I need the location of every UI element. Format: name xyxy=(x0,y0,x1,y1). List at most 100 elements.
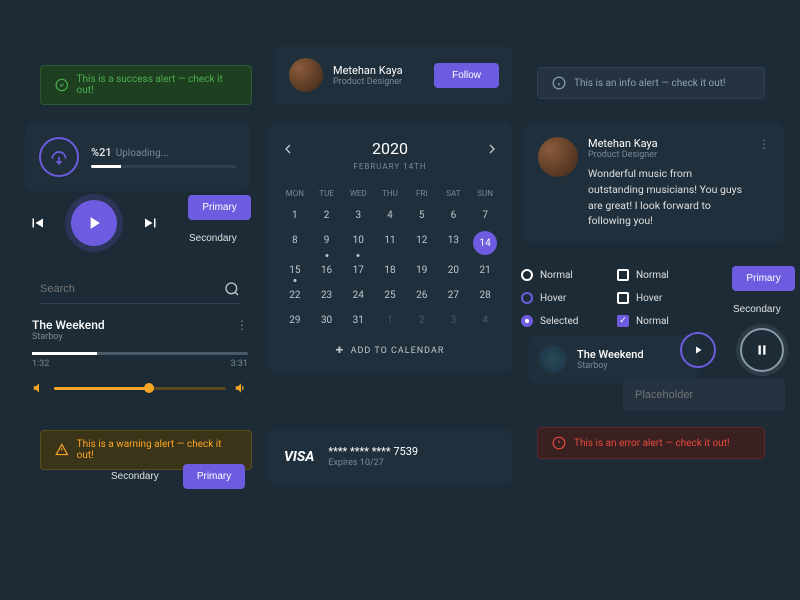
placeholder-input[interactable] xyxy=(623,379,785,411)
now-playing-card: The Weekend Starboy ⋮ 1:32 3:31 xyxy=(32,318,248,395)
calendar-day[interactable]: 5 xyxy=(407,204,437,227)
calendar-day[interactable]: 6 xyxy=(439,204,469,227)
more-icon[interactable]: ⋮ xyxy=(758,137,770,151)
skip-forward-button[interactable] xyxy=(139,211,163,235)
calendar-day[interactable]: 8 xyxy=(280,229,310,257)
calendar-day[interactable]: 13 xyxy=(439,229,469,257)
chevron-right-icon[interactable] xyxy=(484,141,500,157)
calendar-day[interactable]: 26 xyxy=(407,284,437,307)
time-current: 1:32 xyxy=(32,359,49,369)
radio-hover[interactable]: Hover xyxy=(521,292,578,304)
calendar-dow: SAT xyxy=(439,185,469,202)
calendar-day[interactable]: 30 xyxy=(312,309,342,332)
secondary-button[interactable]: Secondary xyxy=(95,462,175,491)
play-ring-button[interactable] xyxy=(680,332,716,368)
upload-info: %21Uploading... xyxy=(91,146,236,168)
radio-normal[interactable]: Normal xyxy=(521,269,578,281)
calendar-day[interactable]: 1 xyxy=(280,204,310,227)
calendar-dow: FRI xyxy=(407,185,437,202)
skip-back-button[interactable] xyxy=(25,211,49,235)
calendar-day[interactable]: 9 xyxy=(312,229,342,257)
calendar-day[interactable]: 1 xyxy=(375,309,405,332)
calendar-dow: THU xyxy=(375,185,405,202)
alert-success: This is a success alert — check it out! xyxy=(40,65,252,105)
more-icon[interactable]: ⋮ xyxy=(236,318,248,332)
calendar-day[interactable]: 28 xyxy=(470,284,500,307)
alert-error: This is an error alert — check it out! xyxy=(537,427,765,459)
profile-card: Metehan Kaya Product Designer Follow xyxy=(275,46,513,104)
calendar-day[interactable]: 27 xyxy=(439,284,469,307)
primary-button[interactable]: Primary xyxy=(732,266,794,291)
calendar-day[interactable]: 3 xyxy=(439,309,469,332)
calendar-day[interactable]: 7 xyxy=(470,204,500,227)
profile-role: Product Designer xyxy=(333,77,424,87)
checkbox-selected[interactable]: ✓Normal xyxy=(617,315,669,327)
follow-button[interactable]: Follow xyxy=(434,63,499,88)
error-circle-icon xyxy=(552,436,566,450)
calendar-day[interactable]: 19 xyxy=(407,259,437,282)
calendar-year: 2020 xyxy=(296,139,484,158)
calendar-day[interactable]: 16 xyxy=(312,259,342,282)
checkbox-group: Normal Hover ✓Normal xyxy=(617,269,669,327)
calendar-day[interactable]: 24 xyxy=(343,284,373,307)
calendar-day[interactable]: 2 xyxy=(407,309,437,332)
calendar-day[interactable]: 12 xyxy=(407,229,437,257)
volume-low-icon[interactable] xyxy=(32,381,46,395)
search-icon[interactable] xyxy=(224,281,240,297)
profile-name: Metehan Kaya xyxy=(333,64,424,77)
avatar xyxy=(538,137,578,177)
calendar-day[interactable]: 4 xyxy=(375,204,405,227)
info-circle-icon xyxy=(552,76,566,90)
calendar-day[interactable]: 20 xyxy=(439,259,469,282)
calendar-day[interactable]: 21 xyxy=(470,259,500,282)
radio-group: Normal Hover Selected xyxy=(521,269,578,327)
calendar-day[interactable]: 17 xyxy=(343,259,373,282)
volume-slider[interactable] xyxy=(54,387,226,390)
mini-player: The Weekend Starboy xyxy=(529,335,699,383)
add-to-calendar-button[interactable]: ✚ ADD TO CALENDAR xyxy=(280,346,500,356)
calendar-day[interactable]: 23 xyxy=(312,284,342,307)
calendar-day[interactable]: 11 xyxy=(375,229,405,257)
secondary-button[interactable]: Secondary xyxy=(719,297,795,322)
calendar: 2020 FEBRUARY 14TH MONTUEWEDTHUFRISATSUN… xyxy=(268,123,512,372)
upload-progress xyxy=(91,165,236,168)
upload-label: Uploading... xyxy=(116,148,169,159)
chevron-left-icon[interactable] xyxy=(280,141,296,157)
checkbox-hover[interactable]: Hover xyxy=(617,292,669,304)
calendar-day[interactable]: 25 xyxy=(375,284,405,307)
time-total: 3:31 xyxy=(231,359,248,369)
primary-button[interactable]: Primary xyxy=(183,464,245,489)
warning-triangle-icon xyxy=(55,443,69,457)
play-button[interactable] xyxy=(71,200,117,246)
calendar-dow: SUN xyxy=(470,185,500,202)
calendar-grid: MONTUEWEDTHUFRISATSUN1234567891011121314… xyxy=(280,185,500,332)
button-group-2: Secondary Primary xyxy=(95,462,245,491)
calendar-day[interactable]: 2 xyxy=(312,204,342,227)
secondary-button[interactable]: Secondary xyxy=(175,226,251,251)
album-art xyxy=(539,345,567,373)
calendar-day[interactable]: 4 xyxy=(470,309,500,332)
button-group-1: Primary Secondary xyxy=(175,195,251,251)
comment-card: Metehan Kaya Product Designer Wonderful … xyxy=(524,123,784,243)
calendar-day[interactable]: 15 xyxy=(280,259,310,282)
primary-button[interactable]: Primary xyxy=(188,195,250,220)
alert-text: This is a success alert — check it out! xyxy=(77,74,237,96)
search-field[interactable] xyxy=(40,281,240,304)
profile-info: Metehan Kaya Product Designer xyxy=(333,64,424,87)
search-input[interactable] xyxy=(40,283,190,295)
checkbox-normal[interactable]: Normal xyxy=(617,269,669,281)
track-name: The Weekend xyxy=(577,348,644,361)
calendar-day[interactable]: 29 xyxy=(280,309,310,332)
calendar-day[interactable]: 22 xyxy=(280,284,310,307)
card-expiry: Expires 10/27 xyxy=(328,458,418,468)
calendar-day[interactable]: 3 xyxy=(343,204,373,227)
calendar-day[interactable]: 18 xyxy=(375,259,405,282)
pause-ring-button[interactable] xyxy=(740,328,784,372)
radio-selected[interactable]: Selected xyxy=(521,315,578,327)
seek-bar[interactable] xyxy=(32,352,248,355)
payment-card: VISA **** **** **** 7539 Expires 10/27 xyxy=(268,429,512,484)
calendar-day-selected[interactable]: 14 xyxy=(473,231,497,255)
calendar-day[interactable]: 10 xyxy=(343,229,373,257)
volume-high-icon[interactable] xyxy=(234,381,248,395)
calendar-day[interactable]: 31 xyxy=(343,309,373,332)
